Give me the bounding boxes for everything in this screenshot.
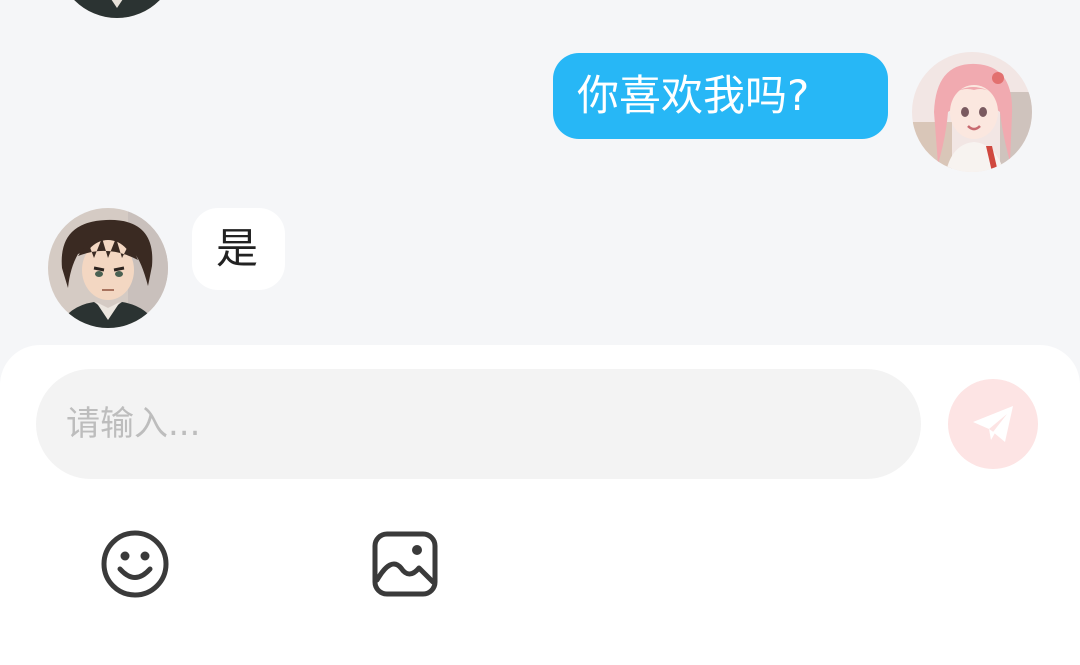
avatar-other[interactable]: [48, 208, 168, 328]
smiley-face-icon: [101, 530, 169, 598]
chat-message-list[interactable]: 你喜欢我吗? 是: [0, 0, 1080, 350]
avatar-self[interactable]: [912, 52, 1032, 172]
message-text: 是: [216, 224, 259, 273]
message-bubble-outgoing[interactable]: 你喜欢我吗?: [553, 53, 888, 139]
message-input[interactable]: [36, 369, 921, 479]
message-composer: [0, 345, 1080, 665]
avatar-other-previous[interactable]: [57, 0, 177, 18]
paper-plane-icon: [973, 406, 1013, 442]
boy-avatar-image: [48, 208, 168, 328]
boy-avatar-image: [57, 0, 177, 18]
image-icon: [372, 531, 438, 597]
send-button[interactable]: [948, 379, 1038, 469]
message-text: 你喜欢我吗?: [577, 71, 810, 120]
emoji-button[interactable]: [99, 528, 171, 600]
image-button[interactable]: [369, 528, 441, 600]
message-bubble-incoming[interactable]: 是: [192, 208, 285, 290]
girl-avatar-image: [912, 52, 1032, 172]
